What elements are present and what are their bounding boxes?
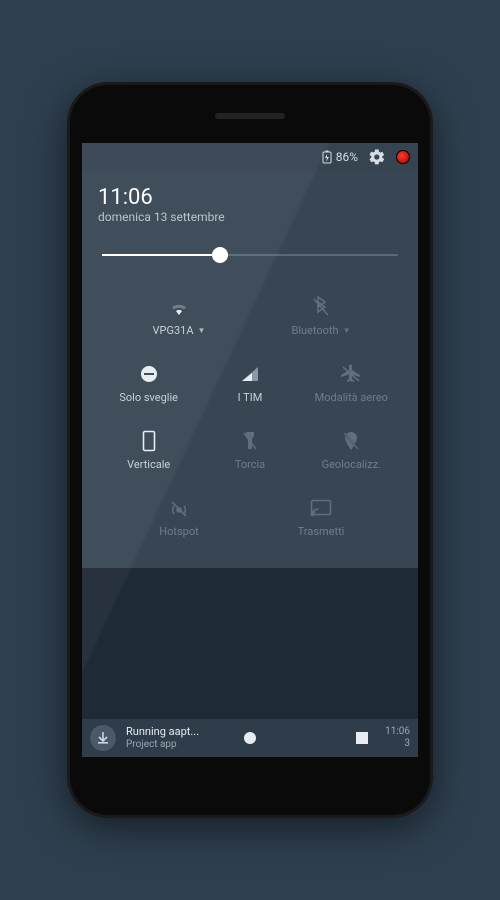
notification-count: 3 bbox=[385, 738, 410, 750]
dnd-icon bbox=[139, 363, 159, 385]
nav-back-button[interactable] bbox=[118, 730, 158, 746]
bluetooth-off-icon bbox=[311, 296, 331, 318]
nav-home-button[interactable] bbox=[230, 730, 270, 746]
notification-meta: 11:06 3 bbox=[385, 726, 410, 750]
flashlight-off-icon bbox=[242, 430, 258, 452]
hotspot-off-icon bbox=[168, 497, 190, 519]
qs-label: Hotspot bbox=[159, 525, 198, 538]
download-icon bbox=[90, 725, 116, 751]
airplane-icon bbox=[340, 363, 362, 385]
clock-block[interactable]: 11:06 domenica 13 settembre bbox=[98, 185, 402, 224]
chevron-down-icon: ▼ bbox=[343, 326, 351, 335]
qs-label: VPG31A bbox=[153, 324, 194, 337]
battery-indicator: 86% bbox=[322, 150, 358, 164]
brightness-fill bbox=[102, 254, 220, 256]
qs-row-4: Hotspot Trasmetti bbox=[98, 491, 402, 548]
qs-tile-torch[interactable]: Torcia bbox=[199, 424, 300, 481]
brightness-thumb[interactable] bbox=[212, 247, 228, 263]
qs-tile-location[interactable]: Geolocalizz. bbox=[301, 424, 402, 481]
qs-label: Bluetooth bbox=[291, 324, 338, 337]
qs-label: Solo sveglie bbox=[119, 391, 178, 404]
screen: </application> 86% 11:06 bbox=[82, 143, 418, 757]
qs-tile-rotation[interactable]: Verticale bbox=[98, 424, 199, 481]
notification-time: 11:06 bbox=[385, 726, 410, 738]
status-bar: 86% bbox=[82, 143, 418, 171]
location-off-icon bbox=[342, 430, 360, 452]
qs-tile-dnd[interactable]: Solo sveglie bbox=[98, 357, 199, 414]
gear-icon bbox=[368, 148, 386, 166]
record-indicator-icon[interactable] bbox=[396, 150, 410, 164]
qs-label: Verticale bbox=[127, 458, 170, 471]
qs-label: Trasmetti bbox=[298, 525, 345, 538]
qs-tile-hotspot[interactable]: Hotspot bbox=[108, 491, 250, 548]
nav-recents-button[interactable] bbox=[342, 731, 382, 745]
qs-label: Torcia bbox=[235, 458, 265, 471]
battery-charging-icon bbox=[322, 150, 332, 164]
qs-tile-wifi[interactable]: VPG31A ▼ bbox=[108, 290, 250, 347]
portrait-icon bbox=[142, 430, 156, 452]
signal-icon bbox=[240, 363, 260, 385]
quick-settings-panel: 11:06 domenica 13 settembre VPG31A ▼ bbox=[82, 171, 418, 568]
qs-row-2: Solo sveglie I TIM Modalità aereo bbox=[98, 357, 402, 414]
qs-label: I TIM bbox=[238, 391, 263, 404]
brightness-slider[interactable] bbox=[102, 242, 398, 268]
qs-label: Geolocalizz. bbox=[322, 458, 381, 471]
code-line: </application> bbox=[92, 703, 185, 716]
qs-tile-airplane[interactable]: Modalità aereo bbox=[301, 357, 402, 414]
device-speaker bbox=[215, 113, 285, 119]
qs-row-3: Verticale Torcia Geolocalizz. bbox=[98, 424, 402, 481]
cast-icon bbox=[310, 497, 332, 519]
status-time: 11:06 bbox=[98, 185, 402, 210]
qs-label: Modalità aereo bbox=[315, 391, 388, 404]
status-date: domenica 13 settembre bbox=[98, 210, 402, 224]
chevron-down-icon: ▼ bbox=[198, 326, 206, 335]
qs-row-1: VPG31A ▼ Bluetooth ▼ bbox=[98, 290, 402, 347]
battery-pct: 86% bbox=[336, 150, 358, 164]
device-frame: </application> 86% 11:06 bbox=[70, 85, 430, 815]
qs-tile-cellular[interactable]: I TIM bbox=[199, 357, 300, 414]
qs-tile-bluetooth[interactable]: Bluetooth ▼ bbox=[250, 290, 392, 347]
settings-button[interactable] bbox=[368, 148, 386, 166]
wifi-icon bbox=[167, 296, 191, 318]
qs-tile-cast[interactable]: Trasmetti bbox=[250, 491, 392, 548]
